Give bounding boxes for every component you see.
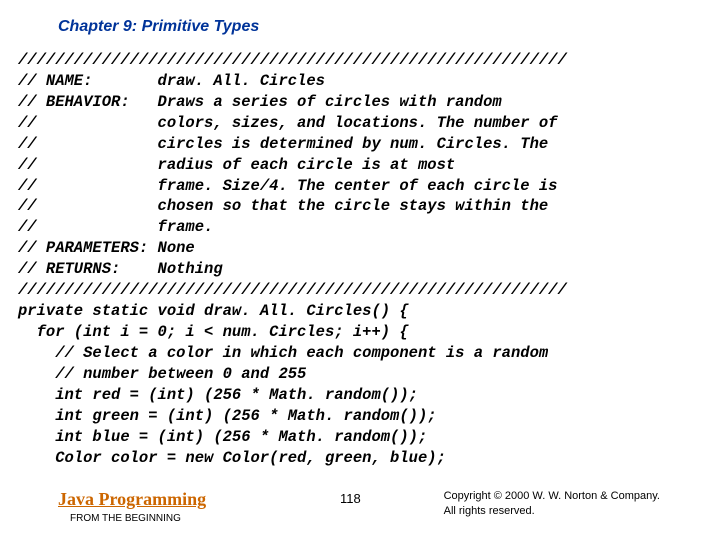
footer: Java Programming FROM THE BEGINNING 118 … (0, 488, 720, 528)
code-line: // chosen so that the circle stays withi… (18, 197, 548, 215)
copyright-line: All rights reserved. (444, 505, 535, 517)
code-line: // BEHAVIOR: Draws a series of circles w… (18, 93, 502, 111)
code-line: Color color = new Color(red, green, blue… (18, 449, 446, 467)
code-line: ////////////////////////////////////////… (18, 281, 567, 299)
code-line: // circles is determined by num. Circles… (18, 135, 548, 153)
chapter-title: Chapter 9: Primitive Types (0, 0, 720, 36)
code-block: ////////////////////////////////////////… (0, 36, 720, 468)
code-line: int blue = (int) (256 * Math. random()); (18, 428, 427, 446)
code-line: // frame. Size/4. The center of each cir… (18, 177, 558, 195)
book-subtitle: FROM THE BEGINNING (70, 513, 181, 524)
code-line: // RETURNS: Nothing (18, 260, 223, 278)
code-line: private static void draw. All. Circles()… (18, 302, 409, 320)
code-line: // number between 0 and 255 (18, 365, 306, 383)
copyright: Copyright © 2000 W. W. Norton & Company.… (444, 489, 660, 518)
code-line: int green = (int) (256 * Math. random())… (18, 407, 437, 425)
code-line: // radius of each circle is at most (18, 156, 455, 174)
code-line: ////////////////////////////////////////… (18, 51, 567, 69)
code-line: int red = (int) (256 * Math. random()); (18, 386, 418, 404)
code-line: // frame. (18, 218, 213, 236)
code-line: for (int i = 0; i < num. Circles; i++) { (18, 323, 409, 341)
book-title: Java Programming (58, 489, 206, 510)
code-line: // colors, sizes, and locations. The num… (18, 114, 558, 132)
copyright-line: Copyright © 2000 W. W. Norton & Company. (444, 490, 660, 502)
code-line: // PARAMETERS: None (18, 239, 195, 257)
code-line: // NAME: draw. All. Circles (18, 72, 325, 90)
code-line: // Select a color in which each componen… (18, 344, 548, 362)
page-number: 118 (340, 491, 361, 506)
